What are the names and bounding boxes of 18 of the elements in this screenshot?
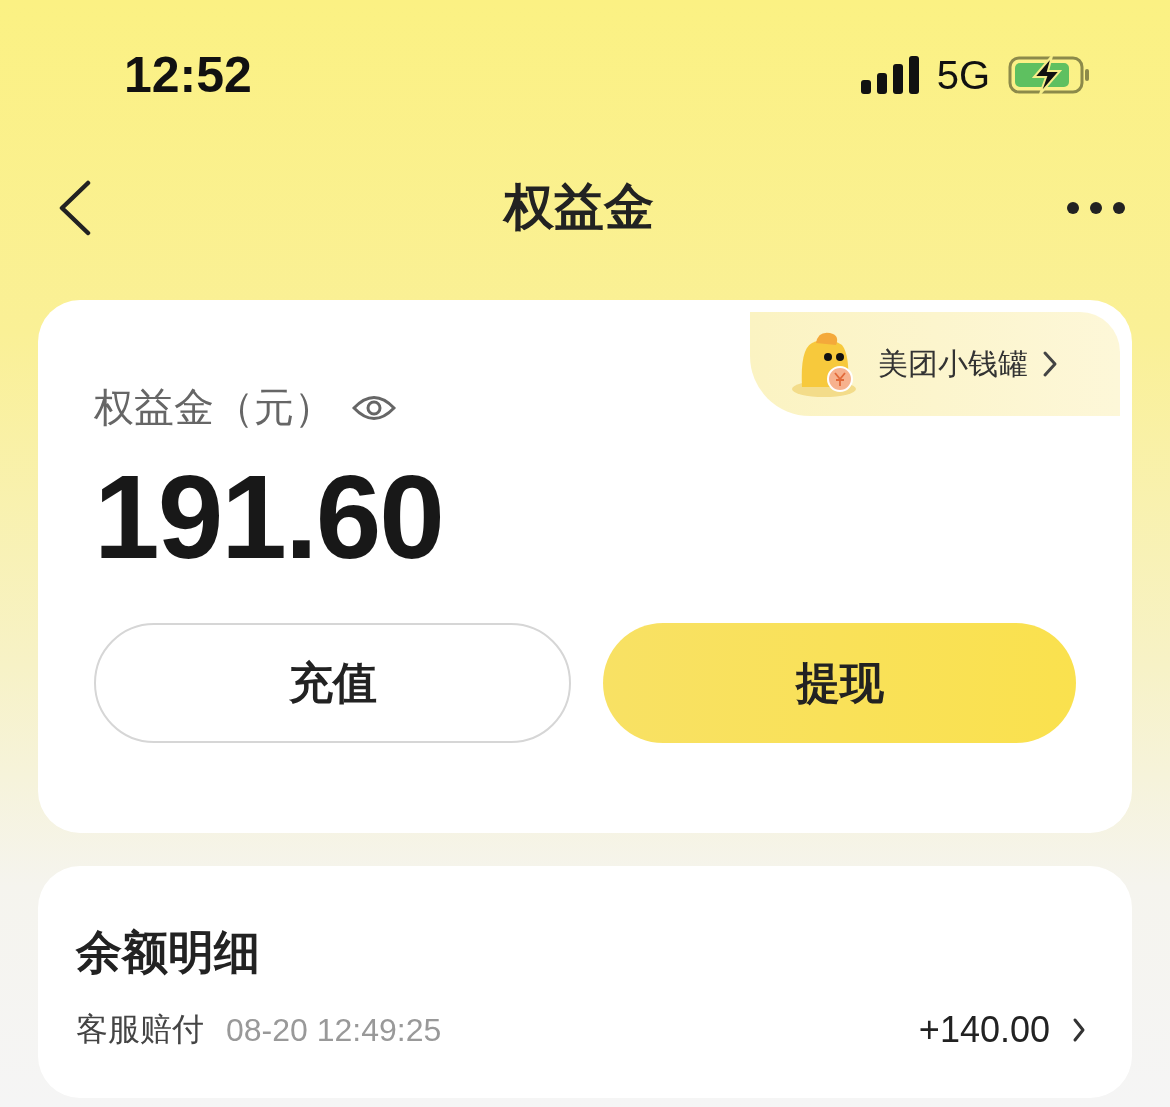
signal-icon (860, 56, 919, 94)
withdraw-button[interactable]: 提现 (603, 623, 1076, 743)
balance-label: 权益金（元） (94, 383, 334, 432)
record-source: 客服赔付 (76, 1009, 204, 1050)
page-title: 权益金 (504, 177, 654, 238)
record-amount: +140.00 (918, 1009, 1050, 1051)
record-time: 08-20 12:49:25 (226, 1011, 443, 1049)
chevron-right-icon (1042, 350, 1058, 378)
back-icon[interactable] (58, 179, 92, 236)
piggy-bank-link[interactable]: 美团小钱罐 (750, 312, 1120, 416)
chevron-right-icon[interactable] (1072, 1017, 1086, 1043)
balance-amount: 191.60 (94, 450, 444, 585)
status-time: 12:52 (124, 46, 252, 104)
more-icon[interactable] (1066, 200, 1126, 215)
network-label: 5G (936, 52, 990, 98)
battery-charging-icon (1008, 55, 1090, 95)
top-up-button[interactable]: 充值 (94, 623, 571, 743)
section-title: 余额明细 (76, 924, 261, 981)
